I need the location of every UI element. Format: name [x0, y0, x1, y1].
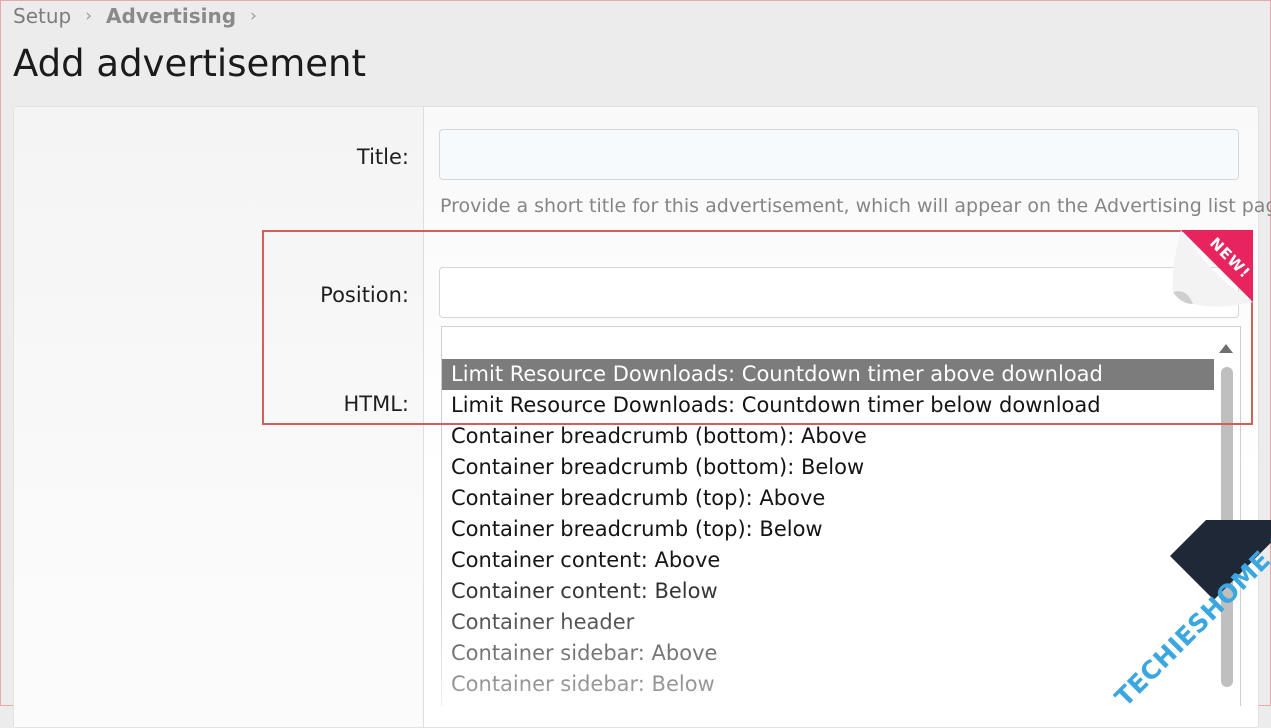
new-badge: NEW! — [1171, 230, 1253, 312]
dropdown-option[interactable]: Container breadcrumb (bottom): Below — [442, 452, 1214, 483]
watermark: TECHIESHOME.COM — [1070, 520, 1271, 706]
breadcrumb: Setup › Advertising › — [13, 4, 271, 28]
dropdown-option[interactable]: Container breadcrumb (bottom): Above — [442, 421, 1214, 452]
dropdown-option[interactable]: Limit Resource Downloads: Countdown time… — [442, 359, 1214, 390]
breadcrumb-setup[interactable]: Setup — [13, 4, 71, 28]
breadcrumb-chevron-icon: › — [85, 6, 93, 26]
title-label: Title: — [356, 145, 409, 169]
breadcrumb-advertising[interactable]: Advertising — [106, 4, 236, 28]
label-column — [14, 107, 424, 727]
position-label: Position: — [320, 283, 409, 307]
dropdown-option[interactable]: Limit Resource Downloads: Countdown time… — [442, 390, 1214, 421]
title-hint: Provide a short title for this advertise… — [440, 195, 1271, 217]
position-select[interactable] — [439, 267, 1239, 318]
dropdown-option[interactable]: Container breadcrumb (top): Above — [442, 483, 1214, 514]
dropdown-option-empty[interactable] — [442, 328, 1214, 359]
scroll-up-arrow-icon[interactable] — [1219, 344, 1233, 353]
html-label: HTML: — [343, 392, 409, 416]
breadcrumb-chevron-icon: › — [250, 6, 257, 26]
title-input[interactable] — [439, 129, 1239, 180]
page-title: Add advertisement — [13, 42, 367, 85]
